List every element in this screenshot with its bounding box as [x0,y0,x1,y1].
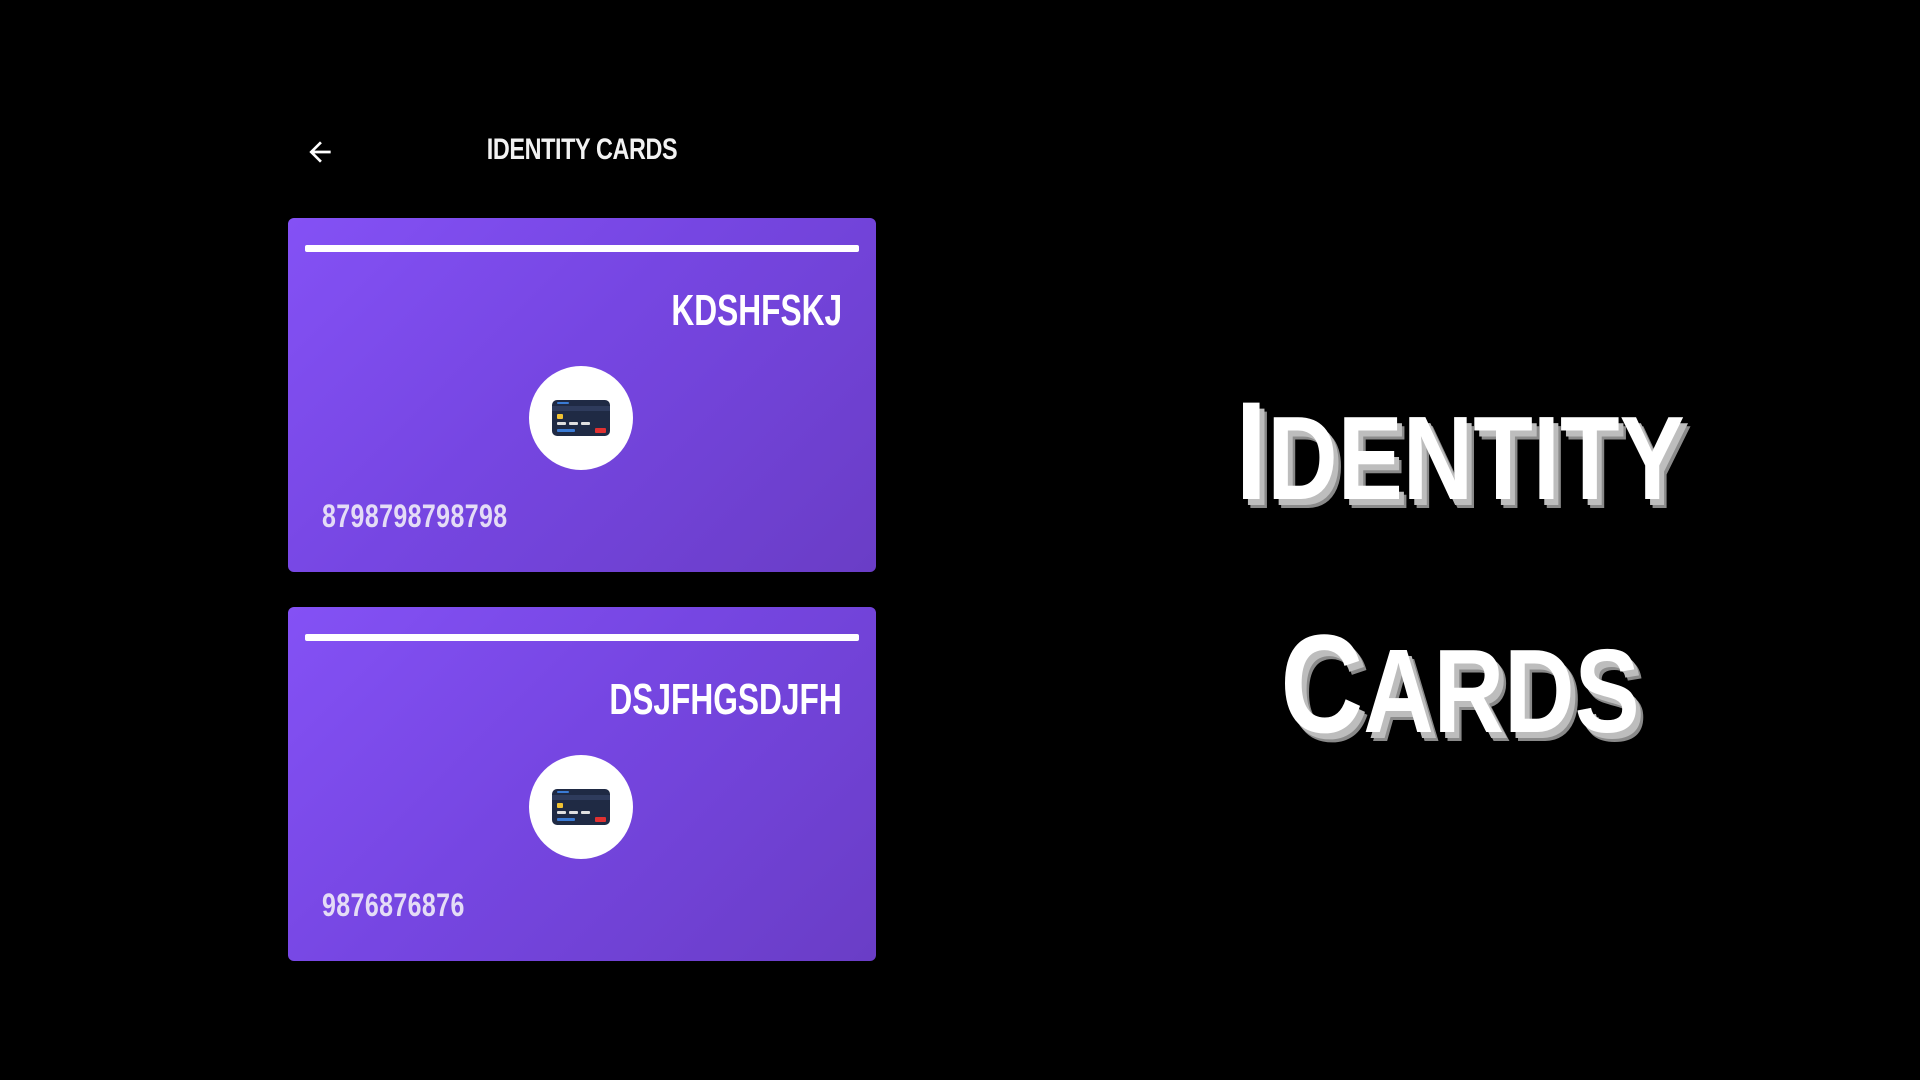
identity-cards-screen: IDENTITY CARDS KDSHFSKJ 8798798798798 DS… [288,120,876,980]
credit-card-icon [552,789,610,825]
hero-initial: I [1235,317,1268,542]
card-stripe [305,245,859,252]
hero-line-cards: Cards [1148,562,1771,764]
screen-title: IDENTITY CARDS [486,133,678,166]
card-icon-badge [529,366,633,470]
card-number: 9876876876 [322,887,465,923]
card-list: KDSHFSKJ 8798798798798 DSJFHGSDJFH 98768… [288,218,876,996]
credit-card-icon [552,400,610,436]
hero-heading: Identity Cards [1080,329,1840,764]
hero-line-identity: Identity [1148,329,1771,531]
card-number: 8798798798798 [322,498,508,534]
identity-card[interactable]: DSJFHGSDJFH 9876876876 [288,607,876,961]
identity-card[interactable]: KDSHFSKJ 8798798798798 [288,218,876,572]
card-icon-badge [529,755,633,859]
back-button[interactable] [300,132,340,172]
hero-initial: C [1280,549,1364,775]
hero-word-rest: dentity [1267,346,1685,536]
hero-word-rest: ards [1363,578,1640,769]
arrow-left-icon [309,141,331,163]
card-holder-name: KDSHFSKJ [671,286,842,335]
card-holder-name: DSJFHGSDJFH [609,675,842,724]
card-stripe [305,634,859,641]
top-app-bar: IDENTITY CARDS [288,120,876,184]
